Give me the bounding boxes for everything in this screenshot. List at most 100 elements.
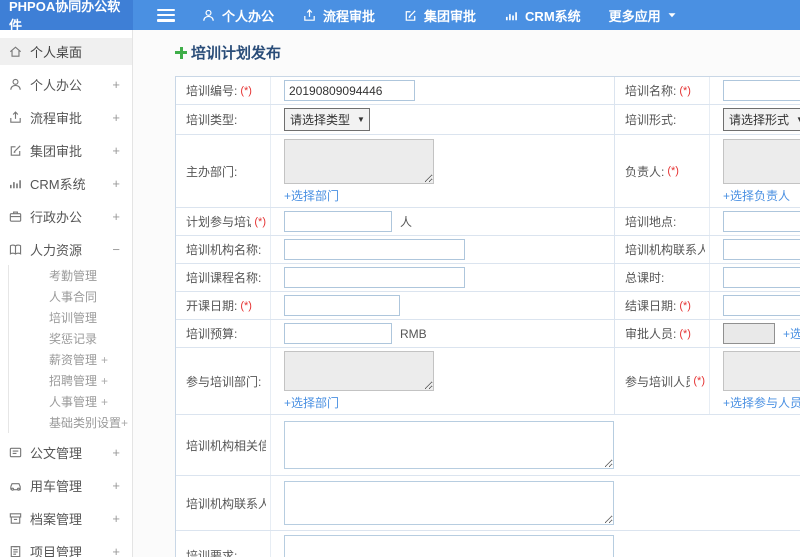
training-mode-select[interactable]: 请选择形式 ▼ <box>723 108 800 131</box>
sidebar-item-personal-desktop[interactable]: 个人桌面 <box>0 38 132 65</box>
training-place-field[interactable] <box>723 211 800 232</box>
training-number-field[interactable] <box>284 80 415 101</box>
sidebar-item-workflow-approval[interactable]: 流程审批 + <box>0 104 132 131</box>
sidebar-item-personal-office[interactable]: 个人办公 + <box>0 71 132 98</box>
sidebar-subitem-base-category[interactable]: 基础类别设置 + <box>9 412 132 433</box>
archive-icon <box>8 511 23 526</box>
join-dept-label: 参与培训部门: <box>186 374 262 389</box>
home-icon <box>8 44 23 59</box>
sidebar-subitem-recruitment[interactable]: 招聘管理 + <box>9 370 132 391</box>
chart-icon <box>504 8 519 23</box>
host-dept-label: 主办部门: <box>186 164 238 179</box>
flow-icon <box>302 8 317 23</box>
join-dept-textarea[interactable] <box>284 351 434 391</box>
sidebar-item-crm-system[interactable]: CRM系统 + <box>0 170 132 197</box>
planned-count-field[interactable] <box>284 211 392 232</box>
budget-unit: RMB <box>400 326 427 341</box>
sidebar-subitem-rewards[interactable]: 奖惩记录 <box>9 328 132 349</box>
sidebar-subitem-attendance[interactable]: 考勤管理 <box>9 265 132 286</box>
org-contact-info-textarea[interactable] <box>284 481 614 525</box>
sidebar-item-human-resources[interactable]: 人力资源 − <box>0 236 132 263</box>
sidebar-item-documents[interactable]: 公文管理 + <box>0 439 132 466</box>
training-mode-label: 培训形式: <box>625 113 677 127</box>
add-plus-icon <box>175 46 187 59</box>
join-people-label: 参与培训人员: <box>625 374 690 389</box>
org-contact-info-label: 培训机构联系人相关信息: <box>186 496 266 511</box>
planned-count-label: 计划参与培训人数: <box>186 215 251 229</box>
form-title: 培训计划发布 <box>175 42 800 63</box>
end-date-label: 结课日期: <box>625 299 677 313</box>
sidebar-subitem-salary[interactable]: 薪资管理 + <box>9 349 132 370</box>
sidebar-subitem-training[interactable]: 培训管理 <box>9 307 132 328</box>
topnav-group-approval[interactable]: 集团审批 <box>403 6 476 25</box>
select-join-dept-link[interactable]: +选择部门 <box>284 394 339 411</box>
start-date-label: 开课日期: <box>186 299 238 313</box>
topbar: PHPOA协同办公软件 个人办公 流程审批 集团审批 CRM系统 更多应用 <box>0 0 800 33</box>
count-unit: 人 <box>400 215 413 229</box>
select-leader-link[interactable]: +选择负责人 <box>723 187 790 204</box>
edit-icon <box>8 143 23 158</box>
select-caret-icon: ▼ <box>357 115 365 124</box>
approver-label: 审批人员: <box>625 327 677 341</box>
menu-toggle-icon[interactable] <box>157 8 175 22</box>
training-form: 培训编号:(*) 培训名称:(*) 培训类型: 请选择类型▼ 培训形式: 请选择… <box>175 76 800 557</box>
sidebar-subitem-personnel[interactable]: 人事管理 + <box>9 391 132 412</box>
total-hours-label: 总课时: <box>625 271 665 285</box>
clipboard-icon <box>8 544 23 557</box>
edit-icon <box>403 8 418 23</box>
topnav-workflow-approval[interactable]: 流程审批 <box>302 6 375 25</box>
approver-field[interactable] <box>723 323 775 344</box>
sidebar-hr-submenu: 考勤管理 人事合同 培训管理 奖惩记录 薪资管理 + 招聘管理 + 人事管理 +… <box>8 265 132 433</box>
org-name-field[interactable] <box>284 239 465 260</box>
course-name-field[interactable] <box>284 267 465 288</box>
app-logo: PHPOA协同办公软件 <box>0 0 133 33</box>
end-date-field[interactable] <box>723 295 800 316</box>
total-hours-field[interactable] <box>723 267 800 288</box>
select-join-people-link[interactable]: +选择参与人员 <box>723 394 800 411</box>
sidebar-item-vehicles[interactable]: 用车管理 + <box>0 472 132 499</box>
org-name-label: 培训机构名称: <box>186 243 262 257</box>
course-name-label: 培训课程名称: <box>186 271 262 285</box>
page-title: 培训计划发布 <box>191 45 282 62</box>
org-contact-label: 培训机构联系人: <box>625 243 705 257</box>
main-content: 培训计划发布 培训编号:(*) 培训名称:(*) 培训类型: 请选择类型▼ 培 <box>133 30 800 557</box>
topnav-more-apps[interactable]: 更多应用 <box>609 6 677 25</box>
topnav-personal-office[interactable]: 个人办公 <box>201 6 274 25</box>
org-contact-field[interactable] <box>723 239 800 260</box>
select-caret-icon: ▼ <box>796 115 800 124</box>
training-type-label: 培训类型: <box>186 113 238 127</box>
sidebar-item-admin-office[interactable]: 行政办公 + <box>0 203 132 230</box>
car-icon <box>8 478 23 493</box>
sidebar-item-group-approval[interactable]: 集团审批 + <box>0 137 132 164</box>
caret-down-icon <box>667 11 677 19</box>
budget-field[interactable] <box>284 323 392 344</box>
person-icon <box>8 77 23 92</box>
training-number-label: 培训编号: <box>186 84 238 98</box>
org-info-textarea[interactable] <box>284 421 614 469</box>
topnav-crm-system[interactable]: CRM系统 <box>504 6 581 25</box>
book-icon <box>8 242 23 257</box>
chart-icon <box>8 176 23 191</box>
training-name-field[interactable] <box>723 80 800 101</box>
join-people-textarea[interactable] <box>723 351 800 391</box>
training-type-select[interactable]: 请选择类型 ▼ <box>284 108 370 131</box>
sidebar-item-archives[interactable]: 档案管理 + <box>0 505 132 532</box>
top-navigation: 个人办公 流程审批 集团审批 CRM系统 更多应用 <box>201 6 677 25</box>
host-dept-textarea[interactable] <box>284 138 434 184</box>
select-approver-link[interactable]: +选择审批人员 <box>783 325 800 342</box>
briefcase-icon <box>8 209 23 224</box>
org-info-label: 培训机构相关信息: <box>186 438 266 453</box>
requirement-textarea[interactable] <box>284 535 614 557</box>
training-place-label: 培训地点: <box>625 215 677 229</box>
budget-label: 培训预算: <box>186 327 238 341</box>
sidebar: 个人桌面 个人办公 + 流程审批 + 集团审批 + CRM系统 + 行政办公 +… <box>0 30 133 557</box>
training-name-label: 培训名称: <box>625 84 677 98</box>
flow-icon <box>8 110 23 125</box>
doc-icon <box>8 445 23 460</box>
person-icon <box>201 8 216 23</box>
sidebar-item-projects[interactable]: 项目管理 + <box>0 538 132 557</box>
start-date-field[interactable] <box>284 295 400 316</box>
select-dept-link[interactable]: +选择部门 <box>284 187 339 204</box>
sidebar-subitem-hr-contract[interactable]: 人事合同 <box>9 286 132 307</box>
leader-textarea[interactable] <box>723 138 800 184</box>
